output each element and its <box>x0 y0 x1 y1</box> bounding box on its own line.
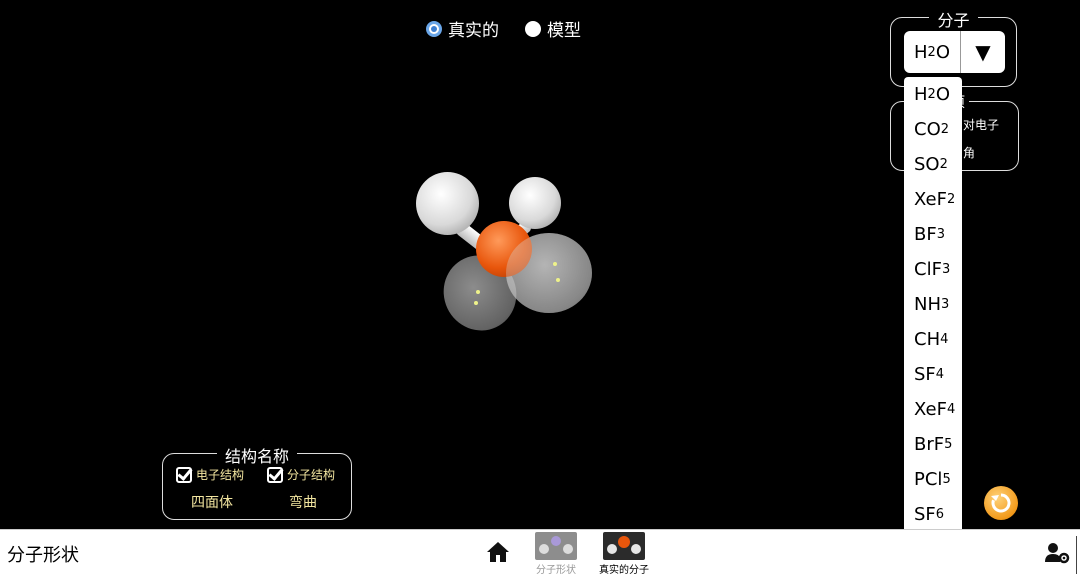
electron-dot <box>556 278 560 282</box>
nav-divider <box>1076 536 1077 574</box>
electron-dot <box>474 301 478 305</box>
molecule-panel-title: 分子 <box>929 11 978 30</box>
molecule-geometry-option[interactable]: 分子结构 <box>267 466 335 483</box>
molecule-option[interactable]: ClF 3 <box>904 252 962 287</box>
radio-real[interactable]: 真实的 <box>426 16 499 41</box>
molecule-option[interactable]: SO 2 <box>904 147 962 182</box>
molecule-geometry-checkbox[interactable] <box>267 466 283 483</box>
molecule-option[interactable]: BF 3 <box>904 217 962 252</box>
molecule-select[interactable]: H2O ▼ <box>904 31 1005 73</box>
screen-tab-label: 真实的分子 <box>599 565 649 576</box>
radio-real-label: 真实的 <box>448 21 499 41</box>
molecule-dropdown-list: H 2 O CO 2 SO 2 XeF 2 BF 3 ClF 3 NH 3 CH 4 SF 4 XeF 4 BrF 5 PCl… <box>904 77 962 529</box>
electron-geometry-option[interactable]: 电子结构 <box>176 466 244 483</box>
user-settings-button[interactable] <box>1044 542 1070 568</box>
hydrogen-atom <box>509 177 561 229</box>
view-mode-radio-group: 真实的 模型 <box>426 16 581 41</box>
radio-model-label: 模型 <box>547 21 581 41</box>
lone-pair-option-label[interactable]: 对电子 <box>963 116 999 133</box>
molecule-geometry-value: 弯曲 <box>289 495 317 511</box>
structure-names-title: 结构名称 <box>216 447 297 466</box>
electron-geometry-value: 四面体 <box>191 495 233 511</box>
screen-tab-real-molecules[interactable]: 真实的分子 <box>593 532 655 576</box>
electron-dot <box>476 290 480 294</box>
molecule-option[interactable]: BrF 5 <box>904 427 962 462</box>
molecule-select-value[interactable]: H2O <box>904 31 961 73</box>
real-molecules-thumbnail <box>603 532 645 560</box>
radio-real-indicator[interactable] <box>426 20 442 37</box>
home-icon <box>487 542 509 562</box>
bond-angle-option-label[interactable]: 角 <box>963 144 975 161</box>
electron-geometry-checkbox[interactable] <box>176 466 192 483</box>
molecule-shapes-thumbnail <box>535 532 577 560</box>
dropdown-arrow-icon[interactable]: ▼ <box>961 31 1005 73</box>
radio-model[interactable]: 模型 <box>525 16 581 41</box>
structure-names-panel: 结构名称 电子结构 分子结构 四面体 弯曲 <box>162 447 352 520</box>
reset-icon <box>991 493 1011 513</box>
sim-title: 分子形状 <box>7 545 79 566</box>
molecule-3d-view[interactable] <box>400 160 610 350</box>
reset-button[interactable] <box>984 486 1018 520</box>
electron-dot <box>553 262 557 266</box>
molecule-option[interactable]: CH 4 <box>904 322 962 357</box>
molecule-option[interactable]: XeF 4 <box>904 392 962 427</box>
molecule-option[interactable]: SF 6 <box>904 497 962 532</box>
lone-pair-lobe <box>506 233 592 313</box>
molecule-option[interactable]: PCl 5 <box>904 462 962 497</box>
home-button[interactable] <box>486 541 510 567</box>
screen-tab-molecule-shapes[interactable]: 分子形状 <box>525 532 587 576</box>
molecule-geometry-label: 分子结构 <box>287 468 336 482</box>
simulation-area: 真实的 模型 项 对电子 角 分子 <box>0 0 1080 529</box>
electron-geometry-label: 电子结构 <box>196 468 245 482</box>
molecule-option[interactable]: SF 4 <box>904 357 962 392</box>
hydrogen-atom <box>416 172 479 235</box>
navigation-bar: 分子形状 分子形状 真实的分子 <box>0 529 1080 579</box>
molecule-option[interactable]: XeF 2 <box>904 182 962 217</box>
radio-model-indicator[interactable] <box>525 20 541 37</box>
molecule-option[interactable]: CO 2 <box>904 112 962 147</box>
user-settings-icon <box>1045 543 1070 564</box>
screen-tab-label: 分子形状 <box>536 565 576 576</box>
molecule-option[interactable]: H2O <box>904 77 962 112</box>
molecule-option[interactable]: NH 3 <box>904 287 962 322</box>
